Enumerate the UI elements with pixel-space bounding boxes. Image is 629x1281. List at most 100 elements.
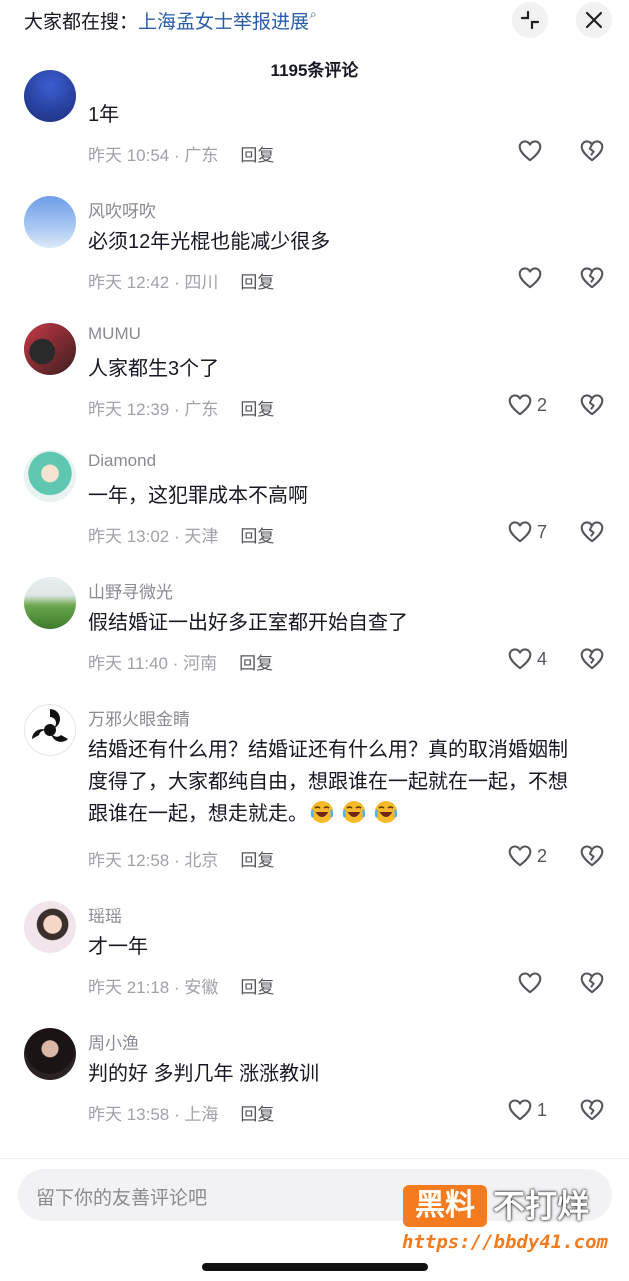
comment-username[interactable]: 风吹呀吹 — [88, 197, 156, 222]
comment-location: 广东 — [184, 146, 219, 165]
comment-text: 假结婚证一出好多正室都开始自查了 — [88, 612, 408, 634]
heart-outline-icon — [517, 970, 543, 996]
broken-heart-icon[interactable] — [579, 970, 605, 996]
comment-meta: 昨天 21:18 · 安徽 回复 — [88, 978, 275, 997]
close-button[interactable] — [576, 2, 612, 38]
search-icon: ⌕ — [310, 7, 317, 21]
avatar[interactable] — [24, 323, 76, 375]
comment-time: 昨天 11:40 — [88, 654, 169, 673]
comment-text: 才一年 — [88, 936, 148, 958]
collapse-button[interactable] — [512, 2, 548, 38]
broken-heart-icon[interactable] — [579, 265, 605, 291]
comment-time: 昨天 12:39 — [88, 400, 170, 419]
trending-search-link[interactable]: 上海孟女士举报进展 — [138, 12, 309, 33]
comment-meta: 昨天 13:58 · 上海 回复 — [88, 1105, 275, 1124]
top-bar: 大家都在搜：上海孟女士举报进展⌕ — [0, 0, 629, 40]
broken-heart-icon[interactable] — [579, 519, 605, 545]
heart-outline-icon — [517, 265, 543, 291]
comment-text: 一年，这犯罪成本不高啊 — [88, 485, 308, 507]
comment-location: 上海 — [184, 1105, 219, 1124]
like-count: 1 — [536, 1099, 547, 1120]
reply-button[interactable]: 回复 — [239, 654, 273, 673]
avatar[interactable] — [24, 1028, 76, 1080]
broken-heart-icon[interactable] — [579, 1097, 605, 1123]
reply-button[interactable]: 回复 — [240, 527, 274, 546]
avatar[interactable] — [24, 577, 76, 629]
comment-text: 判的好 多判几年 涨涨教训 — [88, 1063, 320, 1085]
avatar[interactable] — [24, 450, 76, 502]
trending-search-prefix: 大家都在搜： — [24, 12, 139, 33]
home-indicator[interactable] — [202, 1263, 428, 1271]
comment-time: 昨天 12:42 — [88, 273, 170, 292]
tomoe-logo-icon — [27, 707, 73, 753]
heart-outline-icon — [507, 392, 533, 418]
broken-heart-icon[interactable] — [579, 138, 605, 164]
reply-button[interactable]: 回复 — [240, 400, 274, 419]
comment-time: 昨天 10:54 — [88, 146, 170, 165]
reply-button[interactable]: 回复 — [240, 146, 274, 165]
like-button[interactable]: 7 — [507, 519, 547, 545]
comment-meta: 昨天 13:02 · 天津 回复 — [88, 527, 275, 546]
comment-location: 安徽 — [184, 978, 219, 997]
comment-meta: 昨天 12:58 · 北京 回复 — [88, 851, 275, 870]
heart-outline-icon — [517, 138, 543, 164]
comment-username[interactable]: 周小渔 — [88, 1029, 139, 1054]
reply-button[interactable]: 回复 — [240, 851, 274, 870]
trending-search[interactable]: 大家都在搜：上海孟女士举报进展⌕ — [24, 7, 317, 34]
comment-username[interactable]: Diamond — [88, 451, 156, 471]
comment-location: 北京 — [184, 851, 219, 870]
like-count: 4 — [536, 648, 547, 669]
reply-button[interactable]: 回复 — [240, 273, 274, 292]
reply-button[interactable]: 回复 — [240, 1105, 274, 1124]
like-count: 2 — [536, 845, 547, 866]
comment-location: 四川 — [184, 273, 219, 292]
broken-heart-icon[interactable] — [579, 646, 605, 672]
comment-count: 1195条评论 — [270, 61, 359, 80]
close-icon — [585, 11, 603, 29]
comment-text: 结婚还有什么用？结婚证还有什么用？真的取消婚姻制度得了，大家都纯自由，想跟谁在一… — [88, 734, 583, 830]
like-button[interactable]: 4 — [507, 646, 547, 672]
comment-text: 必须12年光棍也能减少很多 — [88, 231, 331, 253]
like-button[interactable] — [517, 970, 547, 996]
avatar[interactable] — [24, 901, 76, 953]
comment-username[interactable]: MUMU — [88, 324, 141, 344]
comment-meta: 昨天 11:40 · 河南 回复 — [88, 654, 274, 673]
comment-location: 广东 — [184, 400, 219, 419]
like-count: 7 — [536, 521, 547, 542]
comment-location: 天津 — [184, 527, 219, 546]
avatar[interactable] — [24, 70, 76, 122]
watermark-slogan: 不打烊 — [493, 1188, 590, 1224]
collapse-icon — [520, 10, 540, 30]
comment-meta: 昨天 12:39 · 广东 回复 — [88, 400, 275, 419]
avatar[interactable] — [24, 196, 76, 248]
like-button[interactable]: 2 — [507, 392, 547, 418]
crying-laughing-emoji — [374, 800, 398, 824]
comment-location: 河南 — [183, 654, 218, 673]
crying-laughing-emoji — [310, 800, 334, 824]
comment-username[interactable]: 万邪火眼金睛 — [88, 705, 190, 730]
heart-outline-icon — [507, 843, 533, 869]
like-button[interactable] — [517, 265, 547, 291]
comment-meta: 昨天 10:54 · 广东 回复 — [88, 146, 275, 165]
watermark-brand: 黑料 — [403, 1185, 487, 1227]
like-button[interactable]: 2 — [507, 843, 547, 869]
comment-time: 昨天 13:58 — [88, 1105, 170, 1124]
comment-username[interactable]: 山野寻微光 — [88, 578, 173, 603]
heart-outline-icon — [507, 646, 533, 672]
broken-heart-icon[interactable] — [579, 843, 605, 869]
broken-heart-icon[interactable] — [579, 392, 605, 418]
comment-meta: 昨天 12:42 · 四川 回复 — [88, 273, 275, 292]
comment-text: 人家都生3个了 — [88, 358, 220, 380]
crying-laughing-emoji — [342, 800, 366, 824]
comment-text: 1年 — [88, 104, 120, 126]
comment-time: 昨天 21:18 — [88, 978, 170, 997]
like-button[interactable]: 1 — [507, 1097, 547, 1123]
like-button[interactable] — [517, 138, 547, 164]
comment-username[interactable]: 瑶瑶 — [88, 902, 122, 927]
avatar[interactable] — [24, 704, 76, 756]
reply-button[interactable]: 回复 — [240, 978, 274, 997]
watermark: 黑料 不打烊 https://bbdy41.com — [401, 1183, 608, 1267]
comment-time: 昨天 12:58 — [88, 851, 170, 870]
watermark-url: https://bbdy41.com — [402, 1231, 608, 1253]
heart-outline-icon — [507, 1097, 533, 1123]
